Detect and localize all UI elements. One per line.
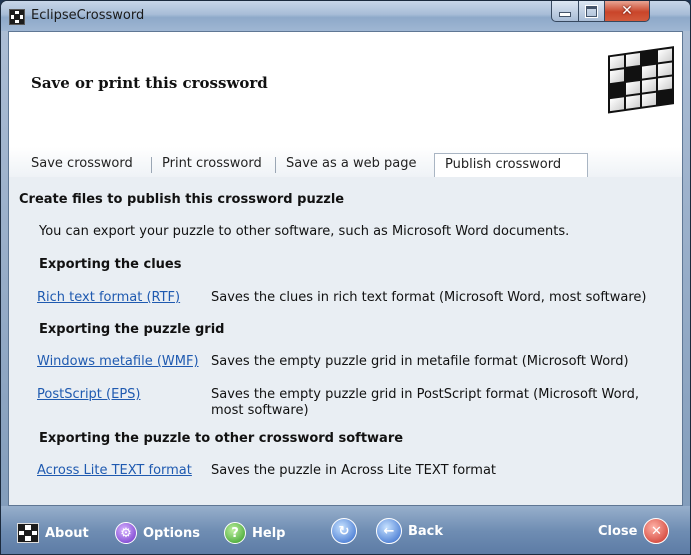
window-title: EclipseCrossword — [31, 8, 145, 23]
tab-print-crossword[interactable]: Print crossword — [152, 153, 272, 177]
close-icon: ✕ — [643, 518, 670, 544]
options-label: Options — [143, 525, 200, 541]
section-heading-clues: Exporting the clues — [39, 257, 182, 272]
close-button[interactable]: Close ✕ — [598, 518, 670, 544]
help-button[interactable]: ? Help — [224, 521, 285, 545]
back-arrow-icon: ← — [376, 518, 402, 544]
maximize-icon — [585, 4, 598, 18]
across-lite-description: Saves the puzzle in Across Lite TEXT for… — [211, 463, 497, 478]
publish-panel: Create files to publish this crossword p… — [9, 177, 682, 505]
wmf-description: Saves the empty puzzle grid in metafile … — [211, 354, 629, 369]
eps-description: Saves the empty puzzle grid in PostScrip… — [211, 387, 640, 402]
section-heading-grid: Exporting the puzzle grid — [39, 322, 225, 337]
close-x-icon: ✕ — [621, 3, 633, 19]
maximize-button[interactable] — [578, 1, 605, 22]
about-label: About — [45, 525, 89, 541]
help-label: Help — [252, 525, 286, 541]
rtf-description: Saves the clues in rich text format (Mic… — [211, 290, 647, 305]
crossword-grid-icon — [17, 523, 39, 543]
eps-description-line2: most software) — [211, 403, 309, 418]
page-title: Save or print this crossword — [31, 74, 268, 92]
panel-intro: You can export your puzzle to other soft… — [39, 224, 570, 239]
history-icon: ↻ — [331, 518, 357, 544]
title-bar[interactable]: EclipseCrossword ✕ — [1, 1, 690, 31]
tab-strip: Save crossword Print crossword Save as a… — [9, 147, 682, 178]
footer-toolbar: About ⚙ Options ? Help ↻ ← Back Close ✕ — [1, 506, 690, 554]
eps-export-link[interactable]: PostScript (EPS) — [37, 387, 141, 402]
options-icon: ⚙ — [115, 522, 137, 544]
options-button[interactable]: ⚙ Options — [115, 521, 200, 545]
dialog-header: Save or print this crossword — [9, 32, 682, 115]
panel-title: Create files to publish this crossword p… — [19, 192, 345, 207]
tab-publish-crossword[interactable]: Publish crossword — [434, 153, 588, 178]
back-button[interactable]: ← Back — [376, 518, 444, 544]
section-heading-other-software: Exporting the puzzle to other crossword … — [39, 431, 404, 446]
across-lite-export-link[interactable]: Across Lite TEXT format — [37, 463, 192, 478]
tab-save-crossword[interactable]: Save crossword — [21, 153, 143, 177]
app-window: EclipseCrossword ✕ Save or print this cr… — [0, 0, 691, 555]
minimize-button[interactable] — [551, 1, 579, 22]
crossword-grid-icon — [9, 9, 25, 25]
window-close-button[interactable]: ✕ — [604, 1, 650, 22]
dialog-client-area: Save or print this crossword Save crossw… — [8, 31, 683, 506]
crossword-logo-icon — [608, 46, 674, 114]
back-label: Back — [408, 523, 444, 539]
history-button[interactable]: ↻ — [331, 518, 357, 544]
minimize-icon — [559, 12, 571, 17]
rtf-export-link[interactable]: Rich text format (RTF) — [37, 290, 180, 305]
close-label: Close — [598, 523, 638, 539]
wmf-export-link[interactable]: Windows metafile (WMF) — [37, 354, 199, 369]
about-button[interactable]: About — [17, 521, 89, 545]
tab-save-as-web-page[interactable]: Save as a web page — [276, 153, 427, 177]
help-icon: ? — [224, 522, 246, 544]
